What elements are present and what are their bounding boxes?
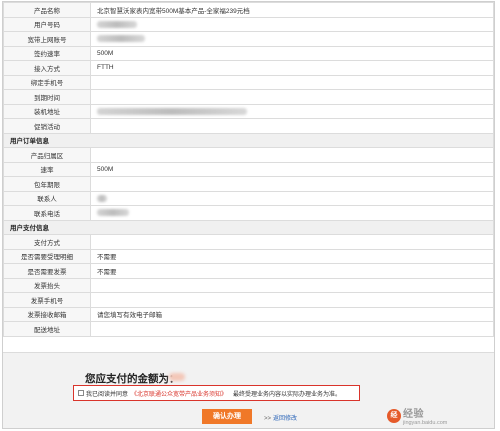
section-title: 用户订单信息 [3, 132, 494, 148]
field-label: 发票接收邮箱 [3, 306, 91, 322]
form-row: 联系人 [3, 190, 494, 206]
field-label: 签约速率 [3, 45, 91, 61]
field-label: 绑定手机号 [3, 74, 91, 90]
redacted-value [97, 35, 145, 43]
form-row: 速率 500M [3, 161, 494, 177]
redacted-value [97, 209, 129, 217]
paw-logo-icon: 经 [387, 408, 401, 423]
field-value [90, 31, 494, 47]
field-label: 接入方式 [3, 60, 91, 76]
form-row: 绑定手机号 [3, 74, 494, 90]
field-value: 不需要 [90, 248, 494, 264]
field-value: 请您填写有效电子邮箱 [90, 306, 494, 322]
field-value [90, 205, 494, 221]
form-row: 配送地址 [3, 321, 494, 337]
amount-value-redacted [169, 373, 185, 381]
agreement-link[interactable]: 《北京联通公众宽带产品业务须知》 [131, 389, 227, 398]
form-row: 发票手机号 [3, 292, 494, 308]
form-row: 发票抬头 [3, 277, 494, 293]
field-value [90, 16, 494, 32]
agreement-note: 最终受理业务内容以实际办理业务为准。 [233, 391, 342, 398]
form-row: 用户号码 [3, 16, 494, 32]
double-chevron-icon: >> [264, 416, 272, 422]
field-value [90, 118, 494, 134]
form-row: 产品名称 北京智慧沃家表内宽带500M基本产品-全家福239元档 [3, 2, 494, 18]
field-label: 联系人 [3, 190, 91, 206]
field-value: 不需要 [90, 263, 494, 279]
amount-label: 您应支付的金额为： [85, 373, 180, 385]
form-row: 宽带上网账号 [3, 31, 494, 47]
confirm-button[interactable]: 确认办理 [202, 409, 252, 424]
agree-checkbox[interactable] [78, 390, 84, 396]
order-confirmation-page: 产品名称 北京智慧沃家表内宽带500M基本产品-全家福239元档 用户号码 宽带上网账… [2, 1, 495, 429]
form-row: 支付方式 [3, 234, 494, 250]
field-value [90, 277, 494, 293]
redacted-value [97, 194, 107, 202]
payment-footer: 您应支付的金额为： 我已阅读并同意 《北京联通公众宽带产品业务须知》 最终受理业… [3, 352, 494, 428]
field-label: 是否需要发票 [3, 263, 91, 279]
redacted-value [97, 107, 247, 115]
field-label: 促销活动 [3, 118, 91, 134]
field-value [90, 321, 494, 337]
section-header: 用户订单信息 [3, 132, 494, 148]
field-value [90, 292, 494, 308]
agree-prefix: 我已阅读并同意 [86, 391, 129, 398]
field-label: 速率 [3, 161, 91, 177]
field-value: 北京智慧沃家表内宽带500M基本产品-全家福239元档 [90, 2, 494, 18]
field-value: FTTH [90, 60, 494, 76]
field-label: 宽带上网账号 [3, 31, 91, 47]
field-label: 发票手机号 [3, 292, 91, 308]
field-value [90, 234, 494, 250]
field-value [90, 74, 494, 90]
field-value [90, 147, 494, 163]
back-modify-label: 返回修改 [273, 416, 298, 422]
field-label: 用户号码 [3, 16, 91, 32]
field-value [90, 190, 494, 206]
field-label: 发票抬头 [3, 277, 91, 293]
order-form-table: 产品名称 北京智慧沃家表内宽带500M基本产品-全家福239元档 用户号码 宽带上网账… [3, 2, 494, 337]
watermark-text-cn: 经验 [403, 409, 424, 420]
form-row: 到期时间 [3, 89, 494, 105]
field-value [90, 103, 494, 119]
watermark-text-en: jingyan.baidu.com [403, 420, 448, 426]
field-label: 装机地址 [3, 103, 91, 119]
back-modify-link[interactable]: >> 返回修改 [264, 413, 297, 422]
field-label: 是否需要受理明细 [3, 248, 91, 264]
form-row: 是否需要受理明细 不需要 [3, 248, 494, 264]
form-row: 装机地址 [3, 103, 494, 119]
form-row: 发票接收邮箱 请您填写有效电子邮箱 [3, 306, 494, 322]
form-row: 接入方式 FTTH [3, 60, 494, 76]
field-label: 配送地址 [3, 321, 91, 337]
field-value [90, 176, 494, 192]
form-row: 包年期限 [3, 176, 494, 192]
form-row: 是否需要发票 不需要 [3, 263, 494, 279]
field-value: 500M [90, 45, 494, 61]
form-row: 产品归属区 [3, 147, 494, 163]
field-value [90, 89, 494, 105]
redacted-value [97, 20, 137, 28]
field-label: 包年期限 [3, 176, 91, 192]
form-row: 联系电话 [3, 205, 494, 221]
field-label: 产品名称 [3, 2, 91, 18]
form-row: 促销活动 [3, 118, 494, 134]
field-label: 产品归属区 [3, 147, 91, 163]
field-value: 500M [90, 161, 494, 177]
field-label: 支付方式 [3, 234, 91, 250]
form-row: 签约速率 500M [3, 45, 494, 61]
field-label: 到期时间 [3, 89, 91, 105]
baidu-jingyan-watermark: 经 经验 jingyan.baidu.com [387, 405, 447, 426]
agreement-box: 我已阅读并同意 《北京联通公众宽带产品业务须知》 最终受理业务内容以实际办理业务… [73, 385, 360, 401]
section-header: 用户支付信息 [3, 219, 494, 235]
field-label: 联系电话 [3, 205, 91, 221]
section-title: 用户支付信息 [3, 219, 494, 235]
